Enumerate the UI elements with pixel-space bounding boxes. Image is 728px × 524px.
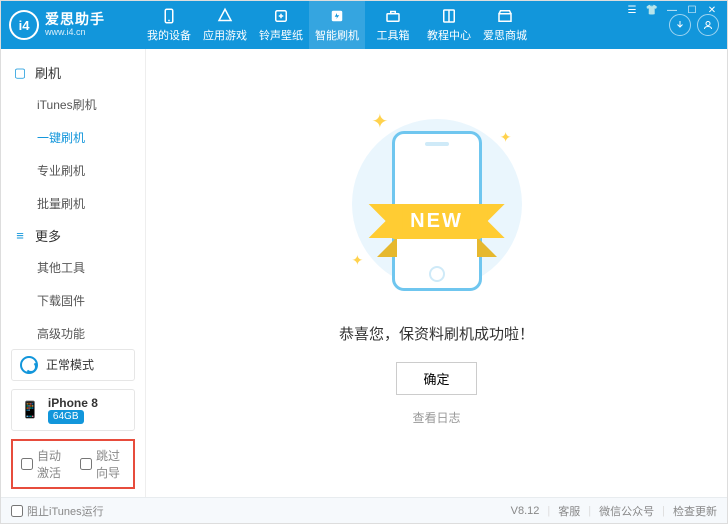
sidebar: ▢ 刷机 iTunes刷机 一键刷机 专业刷机 批量刷机 ≡ 更多 其他工具 下…	[1, 49, 146, 497]
sidebar-item-label: 高级功能	[37, 327, 85, 341]
sparkle-icon: ✦	[352, 252, 364, 269]
device-info-box[interactable]: 📱 iPhone 8 64GB	[11, 389, 135, 431]
tab-label: 我的设备	[147, 27, 191, 43]
checkbox-input[interactable]	[80, 458, 92, 470]
tab-store[interactable]: 爱思商城	[477, 1, 533, 49]
book-icon	[440, 7, 458, 25]
sidebar-item-download-fw[interactable]: 下载固件	[1, 284, 145, 317]
minimize-icon[interactable]: —	[665, 5, 679, 16]
logo-area: i4 爱思助手 www.i4.cn	[9, 10, 141, 40]
tab-label: 工具箱	[377, 27, 410, 43]
maximize-icon[interactable]: ☐	[685, 5, 699, 16]
tab-label: 爱思商城	[483, 27, 527, 43]
mode-label: 正常模式	[46, 356, 94, 373]
confirm-button[interactable]: 确定	[396, 362, 476, 395]
sidebar-group-flash: ▢ 刷机	[1, 57, 145, 88]
device-name: iPhone 8	[48, 396, 98, 410]
sidebar-item-batch-flash[interactable]: 批量刷机	[1, 187, 145, 220]
status-bar: 阻止iTunes运行 V8.12 | 客服 | 微信公众号 | 检查更新	[1, 497, 727, 523]
sidebar-item-other-tools[interactable]: 其他工具	[1, 251, 145, 284]
main-content: ✦ ✦ ✦ NEW 恭喜您，保资料刷机成功啦！ 确定 查看日志	[146, 49, 727, 497]
toolbox-icon	[384, 7, 402, 25]
checkbox-label: 跳过向导	[96, 447, 125, 481]
sidebar-item-label: 一键刷机	[37, 131, 85, 145]
group-title: 刷机	[35, 63, 61, 82]
sidebar-item-label: 其他工具	[37, 261, 85, 275]
logo-icon: i4	[9, 10, 39, 40]
close-icon[interactable]: ✕	[705, 5, 719, 16]
tab-label: 智能刷机	[315, 27, 359, 43]
sidebar-item-oneclick-flash[interactable]: 一键刷机	[1, 121, 145, 154]
tab-tutorials[interactable]: 教程中心	[421, 1, 477, 49]
group-title: 更多	[35, 226, 61, 245]
success-message: 恭喜您，保资料刷机成功啦！	[339, 323, 534, 344]
menu-lines-icon: ≡	[13, 228, 27, 243]
sparkle-icon: ✦	[372, 109, 389, 134]
new-ribbon: NEW	[392, 204, 481, 239]
success-illustration: ✦ ✦ ✦ NEW	[332, 109, 542, 299]
apps-icon	[216, 7, 234, 25]
sidebar-item-itunes-flash[interactable]: iTunes刷机	[1, 88, 145, 121]
tab-smart-flash[interactable]: 智能刷机	[309, 1, 365, 49]
tab-label: 铃声壁纸	[259, 27, 303, 43]
support-link[interactable]: 客服	[558, 503, 580, 519]
skip-guide-checkbox[interactable]: 跳过向导	[80, 447, 125, 481]
checkbox-input[interactable]	[11, 505, 23, 517]
device-mode-box[interactable]: 正常模式	[11, 349, 135, 381]
checkbox-input[interactable]	[21, 458, 33, 470]
sidebar-group-more: ≡ 更多	[1, 220, 145, 251]
check-update-link[interactable]: 检查更新	[673, 503, 717, 519]
skin-icon[interactable]: 👕	[645, 5, 659, 16]
phone-icon	[160, 7, 178, 25]
checkbox-label: 自动激活	[37, 447, 66, 481]
wechat-link[interactable]: 微信公众号	[599, 503, 654, 519]
sidebar-item-label: iTunes刷机	[37, 98, 97, 112]
sidebar-item-label: 下载固件	[37, 294, 85, 308]
sparkle-icon: ✦	[500, 129, 512, 146]
app-header: ☰ 👕 — ☐ ✕ i4 爱思助手 www.i4.cn 我的设备 应用游戏	[1, 1, 727, 49]
phone-icon: 📱	[20, 400, 40, 420]
sidebar-item-label: 专业刷机	[37, 164, 85, 178]
user-button[interactable]	[697, 14, 719, 36]
refresh-icon	[20, 356, 38, 374]
menu-icon[interactable]: ☰	[625, 5, 639, 16]
download-icon	[674, 19, 686, 31]
header-tabs: 我的设备 应用游戏 铃声壁纸 智能刷机 工具箱 教程中心	[141, 1, 661, 49]
sidebar-item-advanced[interactable]: 高级功能	[1, 317, 145, 341]
phone-outline-icon: ▢	[13, 65, 27, 81]
tab-label: 应用游戏	[203, 27, 247, 43]
view-log-link[interactable]: 查看日志	[412, 409, 460, 426]
sidebar-item-pro-flash[interactable]: 专业刷机	[1, 154, 145, 187]
flash-options-row: 自动激活 跳过向导	[11, 439, 135, 489]
tab-apps[interactable]: 应用游戏	[197, 1, 253, 49]
brand-url: www.i4.cn	[45, 28, 105, 38]
window-controls: ☰ 👕 — ☐ ✕	[625, 5, 719, 16]
download-button[interactable]	[669, 14, 691, 36]
tab-ringtones[interactable]: 铃声壁纸	[253, 1, 309, 49]
version-label: V8.12	[511, 505, 540, 517]
sidebar-item-label: 批量刷机	[37, 197, 85, 211]
auto-activate-checkbox[interactable]: 自动激活	[21, 447, 66, 481]
store-icon	[496, 7, 514, 25]
flash-icon	[328, 7, 346, 25]
checkbox-label: 阻止iTunes运行	[27, 503, 104, 519]
brand-name: 爱思助手	[45, 12, 105, 27]
device-storage: 64GB	[48, 410, 84, 424]
music-icon	[272, 7, 290, 25]
tab-label: 教程中心	[427, 27, 471, 43]
block-itunes-checkbox[interactable]: 阻止iTunes运行	[11, 503, 104, 519]
user-icon	[702, 19, 714, 31]
tab-toolbox[interactable]: 工具箱	[365, 1, 421, 49]
tab-my-device[interactable]: 我的设备	[141, 1, 197, 49]
